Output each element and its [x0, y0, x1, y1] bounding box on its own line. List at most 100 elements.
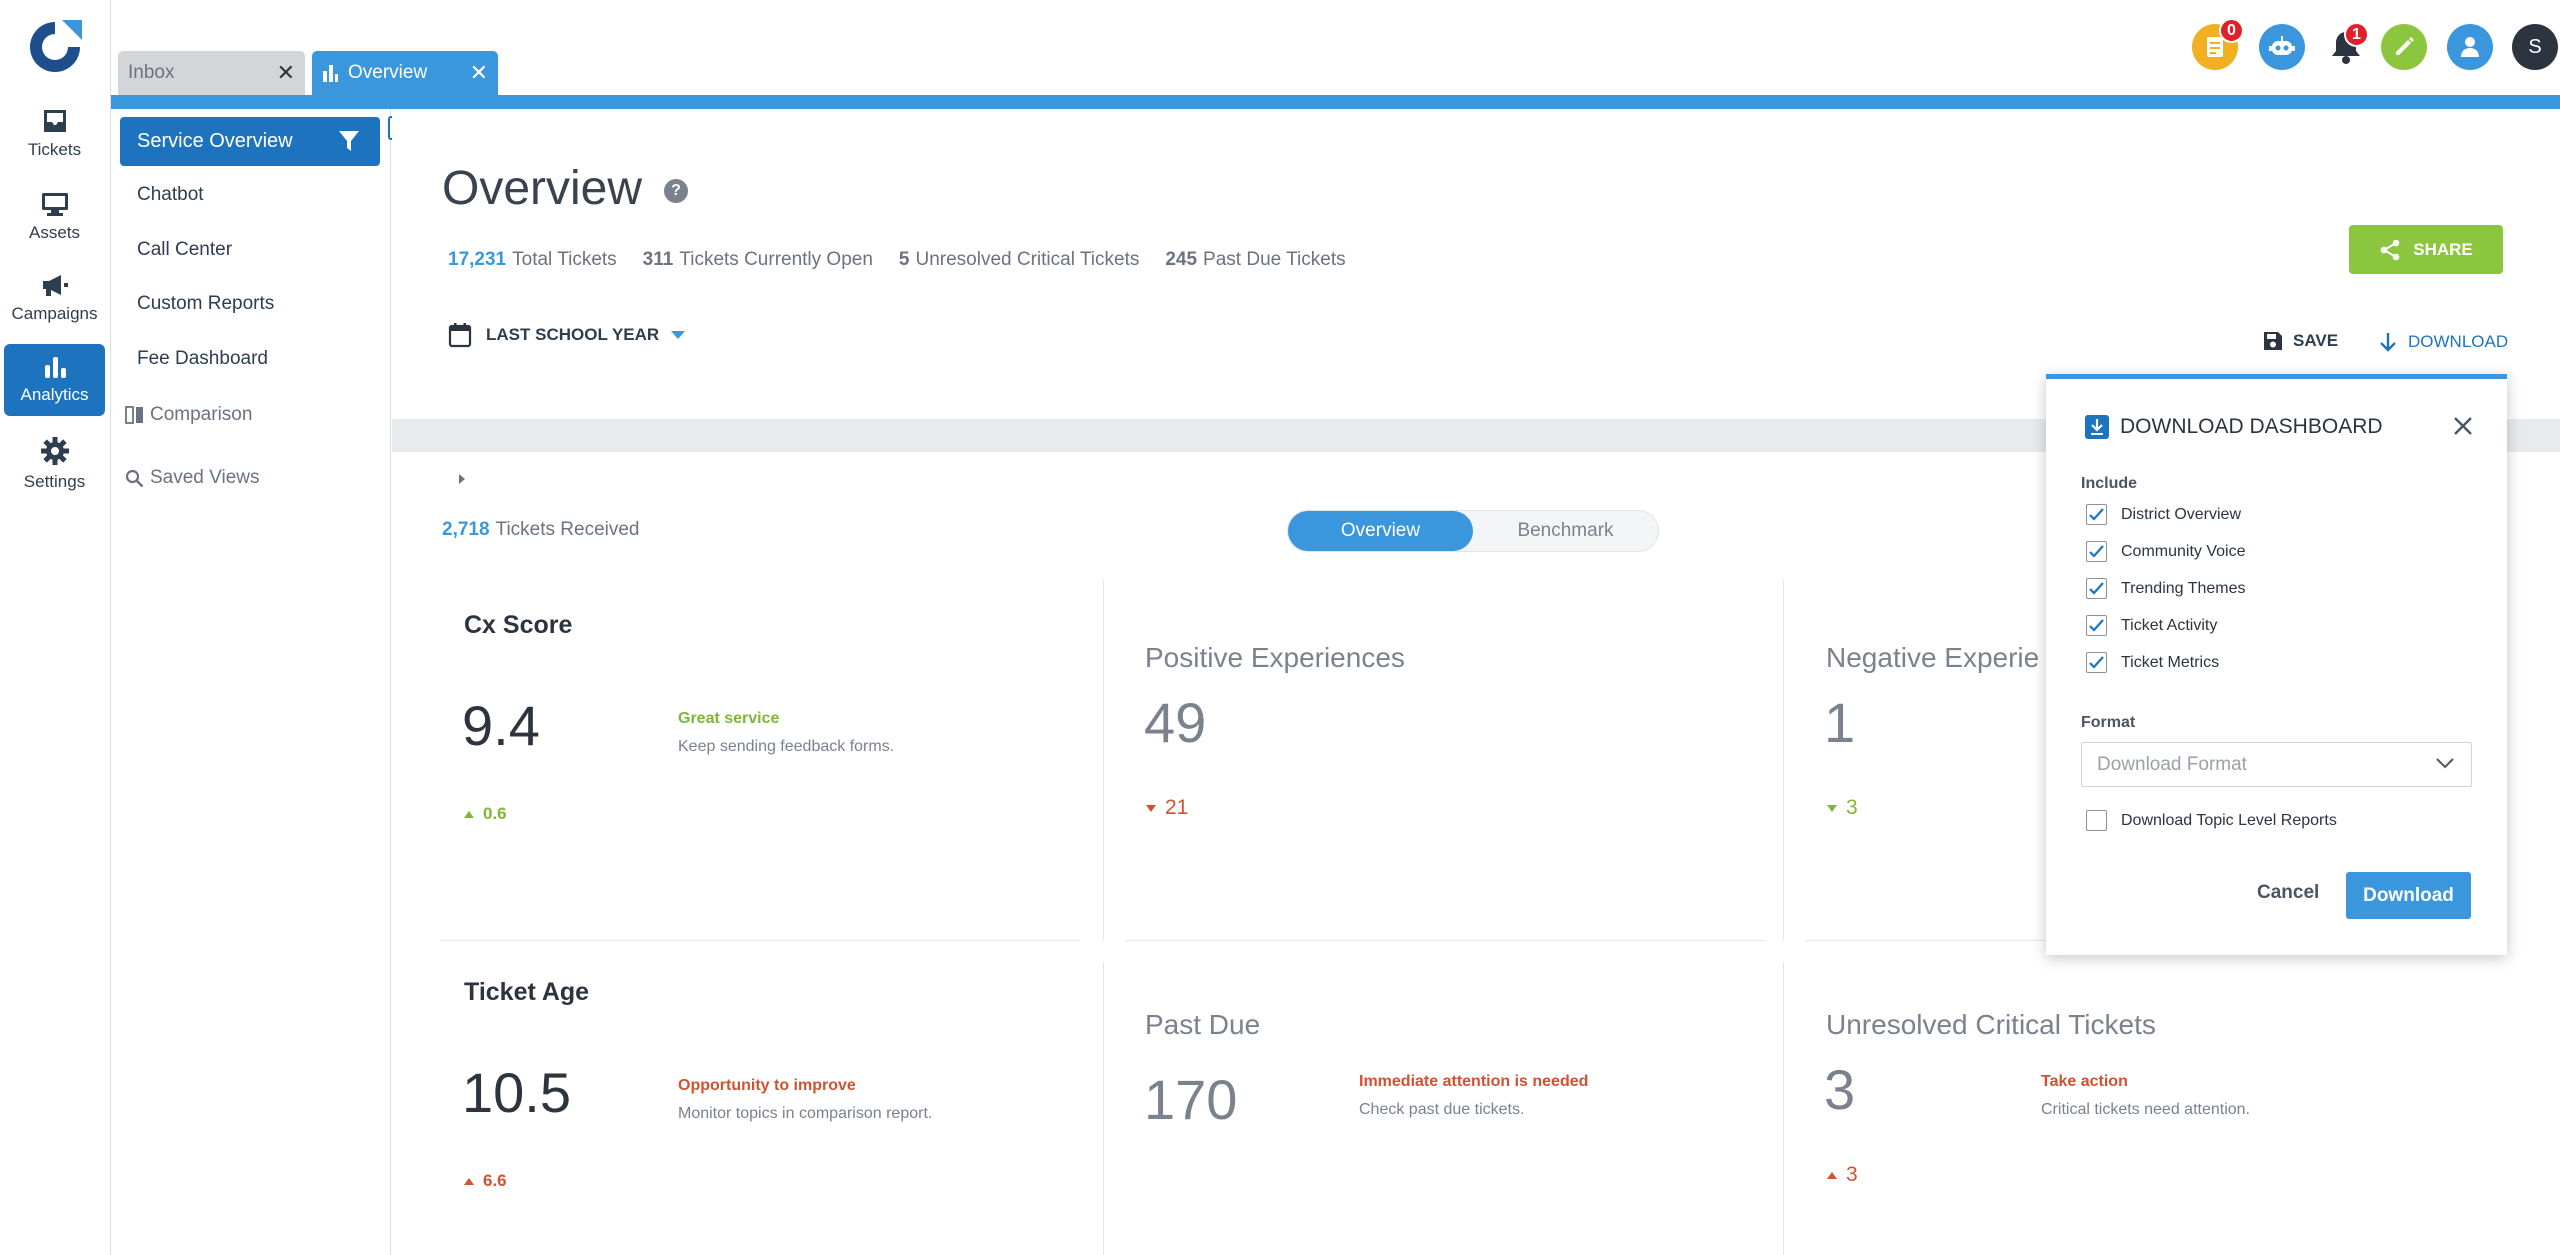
- nav-analytics-label: Analytics: [20, 385, 89, 404]
- nav-settings-label: Settings: [23, 472, 86, 491]
- tab-overview[interactable]: Overview ✕: [312, 51, 498, 95]
- share-label: SHARE: [2413, 239, 2473, 259]
- analytics-subnav: Service Overview Chatbot Call Center Cus…: [111, 109, 465, 1255]
- compose-button[interactable]: [2381, 24, 2427, 70]
- divider: [1103, 962, 1104, 1255]
- checkbox-checked[interactable]: [2086, 615, 2107, 636]
- download-confirm-button[interactable]: Download: [2346, 872, 2471, 919]
- format-select[interactable]: Download Format: [2081, 742, 2472, 787]
- download-button[interactable]: DOWNLOAD: [2378, 331, 2508, 353]
- include-trending-themes[interactable]: Trending Themes: [2086, 578, 2246, 599]
- trend-up-icon: [1827, 1171, 1837, 1179]
- include-community-voice[interactable]: Community Voice: [2086, 541, 2246, 562]
- save-button[interactable]: SAVE: [2263, 331, 2338, 351]
- stat-value: 311: [642, 249, 674, 270]
- nav-campaigns[interactable]: Campaigns: [4, 262, 105, 334]
- include-option-label: Trending Themes: [2121, 579, 2246, 597]
- date-range-label: LAST SCHOOL YEAR: [486, 325, 660, 344]
- share-button[interactable]: SHARE: [2349, 225, 2503, 274]
- nav-tickets[interactable]: Tickets: [4, 98, 105, 170]
- stat-open-tickets[interactable]: 311 Tickets Currently Open: [643, 249, 873, 271]
- checkbox-checked[interactable]: [2086, 652, 2107, 673]
- card-title: Positive Experiences: [1145, 642, 1405, 673]
- nav-settings[interactable]: Settings: [4, 428, 105, 500]
- nav-analytics[interactable]: Analytics: [4, 344, 105, 416]
- toggle-overview[interactable]: Overview: [1288, 511, 1473, 551]
- help-icon[interactable]: ?: [664, 179, 688, 203]
- tickets-received-label: Tickets Received: [495, 519, 640, 540]
- card-hint-title: Great service: [678, 710, 780, 727]
- trend-up-icon: [464, 1177, 474, 1185]
- share-icon: [2379, 239, 2413, 261]
- stat-value: 245: [1165, 249, 1198, 270]
- user-avatar[interactable]: S: [2512, 24, 2558, 70]
- summary-stats: 17,231 Total Tickets 311 Tickets Currently…: [448, 249, 1372, 271]
- avatar-initial: S: [2528, 35, 2542, 58]
- tab-inbox[interactable]: Inbox ✕: [118, 51, 305, 95]
- download-dashboard-dialog: DOWNLOAD DASHBOARD Include District Over…: [2046, 374, 2507, 955]
- divider: [1783, 580, 1784, 940]
- toggle-benchmark[interactable]: Benchmark: [1473, 511, 1658, 551]
- trend-up-icon: [464, 810, 474, 818]
- topic-level-reports-option[interactable]: Download Topic Level Reports: [2086, 810, 2337, 831]
- bot-button[interactable]: [2259, 24, 2305, 70]
- caret-down-icon: [671, 331, 686, 339]
- card-hint-subtitle: Check past due tickets.: [1359, 1101, 1525, 1118]
- save-disk-icon: [2263, 331, 2293, 351]
- card-title: Cx Score: [464, 611, 573, 639]
- notes-button[interactable]: 0: [2192, 18, 2244, 70]
- filter-icon[interactable]: [338, 129, 360, 153]
- stat-total-tickets[interactable]: 17,231 Total Tickets: [448, 249, 617, 271]
- checkbox-checked[interactable]: [2086, 504, 2107, 525]
- notifications-button[interactable]: 1: [2323, 22, 2369, 70]
- page-title: Overview: [442, 162, 643, 215]
- card-delta: 6.6: [464, 1171, 507, 1191]
- stat-past-due-tickets[interactable]: 245 Past Due Tickets: [1165, 249, 1345, 271]
- include-label: Include: [2081, 475, 2138, 492]
- checkbox-checked[interactable]: [2086, 541, 2107, 562]
- tickets-received-count: 2,718: [442, 519, 490, 540]
- card-delta-value: 3: [1846, 1163, 1858, 1186]
- include-ticket-metrics[interactable]: Ticket Metrics: [2086, 652, 2219, 673]
- agent-button[interactable]: [2447, 24, 2493, 70]
- stat-label: Unresolved Critical Tickets: [915, 249, 1140, 270]
- close-icon[interactable]: [2452, 415, 2474, 437]
- stat-critical-tickets[interactable]: 5 Unresolved Critical Tickets: [899, 249, 1139, 271]
- stat-value: 5: [898, 249, 910, 270]
- download-arrow-icon: [2378, 331, 2408, 353]
- date-range-dropdown[interactable]: LAST SCHOOL YEAR: [448, 322, 686, 348]
- bar-chart-icon: [42, 355, 68, 379]
- nav-assets[interactable]: Assets: [4, 181, 105, 253]
- subnav-item-custom-reports[interactable]: Custom Reports: [137, 293, 274, 315]
- app-logo[interactable]: [24, 16, 86, 78]
- subnav-group-comparison[interactable]: Comparison: [125, 404, 465, 426]
- tab-overview-label: Overview: [348, 62, 428, 83]
- checkbox-checked[interactable]: [2086, 578, 2107, 599]
- pencil-icon: [2392, 35, 2416, 59]
- checkbox-unchecked[interactable]: [2086, 810, 2107, 831]
- card-hint-subtitle: Critical tickets need attention.: [2041, 1101, 2250, 1118]
- tab-inbox-close-icon[interactable]: ✕: [277, 62, 295, 84]
- format-label: Format: [2081, 714, 2136, 731]
- card-delta: 3: [1827, 1163, 1858, 1187]
- subnav-group-saved-views[interactable]: Saved Views: [125, 467, 465, 489]
- include-ticket-activity[interactable]: Ticket Activity: [2086, 615, 2217, 636]
- include-district-overview[interactable]: District Overview: [2086, 504, 2241, 525]
- nav-tickets-label: Tickets: [27, 140, 82, 159]
- overview-header: Overview ? 17,231 Total Tickets 311 Ticket…: [392, 109, 2560, 419]
- stat-label: Total Tickets: [512, 249, 617, 270]
- card-delta-value: 21: [1165, 796, 1189, 819]
- search-icon: [125, 469, 144, 488]
- notes-badge: 0: [2219, 18, 2244, 43]
- subnav-item-fee-dashboard[interactable]: Fee Dashboard: [137, 348, 268, 370]
- include-option-label: District Overview: [2121, 505, 2242, 523]
- subnav-item-chatbot[interactable]: Chatbot: [137, 184, 204, 206]
- card-delta-value: 6.6: [483, 1171, 507, 1190]
- subnav-item-call-center[interactable]: Call Center: [137, 239, 232, 261]
- tab-overview-close-icon[interactable]: ✕: [470, 62, 488, 84]
- calendar-icon: [448, 322, 472, 348]
- subnav-item-service-overview[interactable]: Service Overview: [120, 117, 380, 166]
- cancel-button[interactable]: Cancel: [2257, 882, 2319, 904]
- monitor-icon: [40, 191, 70, 217]
- main-nav-rail: Tickets Assets Campaigns Analytics Setti…: [0, 0, 111, 1255]
